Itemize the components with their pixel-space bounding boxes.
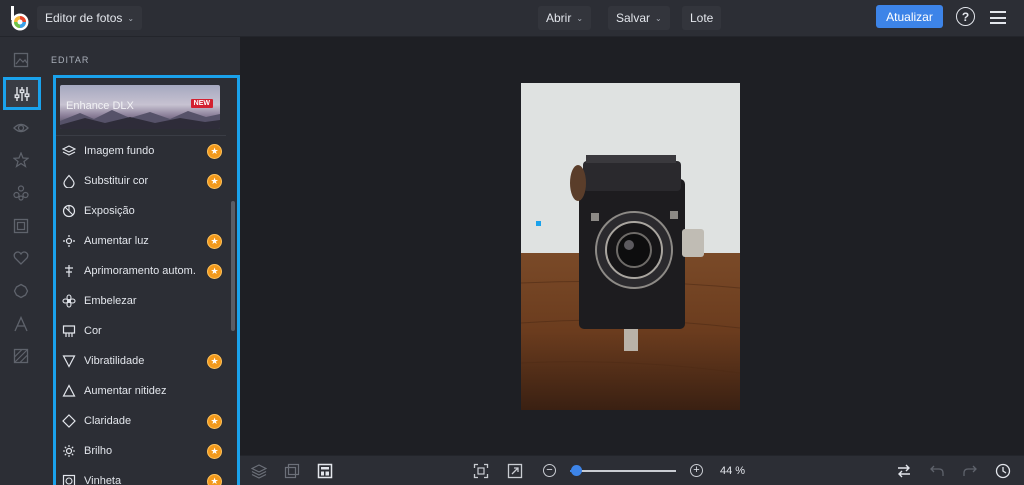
panel-scrollbar[interactable] (231, 201, 235, 331)
edit-tool-item[interactable]: Claridade ★ (58, 406, 228, 436)
edit-tool-item[interactable]: Cor (58, 316, 228, 346)
zoom-slider[interactable] (570, 470, 676, 472)
batch-label: Lote (690, 11, 714, 25)
open-menu[interactable]: Abrir ⌄ (538, 6, 592, 30)
premium-star-icon: ★ (207, 413, 222, 429)
color-icon (62, 324, 76, 338)
premium-star-icon: ★ (207, 173, 222, 189)
app-switcher-dropdown[interactable]: Editor de fotos ⌄ (37, 6, 143, 30)
clarity-icon (62, 414, 76, 428)
save-menu[interactable]: Salvar ⌄ (608, 6, 670, 30)
edit-tool-label: Aumentar luz (84, 235, 149, 247)
edit-tool-item[interactable]: Aumentar luz ★ (58, 226, 228, 256)
edit-tool-item[interactable]: Imagem fundo ★ (58, 136, 228, 166)
premium-star-icon: ★ (207, 443, 222, 459)
fit-screen-icon[interactable] (473, 463, 489, 479)
premium-star-icon: ★ (207, 263, 222, 279)
history-icon[interactable] (995, 463, 1011, 479)
banner-label: Enhance DLX (66, 100, 134, 112)
edit-panel: EDITAR Enhance DLX NEW Imagem fundo ★ Subs… (41, 37, 240, 485)
help-icon[interactable]: ? (956, 7, 975, 26)
edit-tool-item[interactable]: Aumentar nitidez (58, 376, 228, 406)
zoom-out-button[interactable]: − (543, 464, 556, 477)
layers-icon (62, 144, 76, 158)
edit-tools-list: Enhance DLX NEW Imagem fundo ★ Substituir … (53, 75, 240, 485)
new-badge: NEW (190, 99, 213, 108)
light-icon (62, 234, 76, 248)
layers-icon[interactable] (251, 463, 267, 479)
menu-icon[interactable] (990, 11, 1006, 24)
zoom-value: 44 % (720, 465, 746, 477)
edit-tool-item[interactable]: Aprimoramento autom. ★ (58, 256, 228, 286)
bottom-toolbar: − + 44 % (240, 455, 1024, 485)
compare-icon[interactable] (896, 463, 912, 479)
layout-icon[interactable] (317, 463, 333, 479)
edit-tool-item[interactable]: Vibratilidade ★ (58, 346, 228, 376)
edit-tool-item[interactable]: Substituir cor ★ (58, 166, 228, 196)
edit-tool-label: Substituir cor (84, 175, 149, 187)
tool-items: Imagem fundo ★ Substituir cor ★ Exposição Aum… (58, 136, 228, 485)
photo-image[interactable] (521, 83, 740, 410)
upgrade-button[interactable]: Atualizar (876, 5, 943, 28)
edit-tool-label: Claridade (84, 415, 132, 427)
chevron-down-icon: ⌄ (655, 13, 662, 23)
actual-size-icon[interactable] (507, 463, 523, 479)
exposure-icon (62, 204, 76, 218)
batch-button[interactable]: Lote (682, 6, 722, 30)
heart-icon[interactable] (0, 241, 41, 274)
edit-tool-item[interactable]: Brilho ★ (58, 436, 228, 466)
vignette-icon (62, 474, 76, 485)
edit-tool-label: Vibratilidade (84, 355, 145, 367)
premium-star-icon: ★ (207, 143, 222, 159)
star-icon[interactable] (0, 143, 41, 176)
selection-handle[interactable] (536, 221, 541, 226)
edit-sliders-icon[interactable] (3, 77, 41, 110)
redo-icon[interactable] (962, 463, 978, 479)
auto-enhance-icon (62, 264, 76, 278)
edit-tool-item[interactable]: Exposição (58, 196, 228, 226)
beautify-icon (62, 294, 76, 308)
premium-star-icon: ★ (207, 473, 222, 485)
undo-icon[interactable] (929, 463, 945, 479)
frame-icon[interactable] (0, 209, 41, 242)
image-tool-icon[interactable] (0, 43, 41, 76)
shape-icon[interactable] (0, 274, 41, 307)
collage-icon[interactable] (284, 463, 300, 479)
befunky-logo[interactable] (9, 6, 31, 32)
open-menu-label: Abrir (546, 11, 572, 25)
edit-tool-label: Brilho (84, 445, 113, 457)
save-menu-label: Salvar (616, 11, 651, 25)
chevron-down-icon: ⌄ (127, 13, 135, 23)
edit-tool-label: Embelezar (84, 295, 137, 307)
panel-title: EDITAR (51, 55, 90, 65)
premium-star-icon: ★ (207, 233, 222, 249)
edit-tool-label: Cor (84, 325, 102, 337)
edit-tool-label: Imagem fundo (84, 145, 155, 157)
edit-tool-item[interactable]: Vinheta ★ (58, 466, 228, 485)
edit-tool-label: Aumentar nitidez (84, 385, 167, 397)
eye-icon[interactable] (0, 111, 41, 144)
drop-icon (62, 174, 76, 188)
texture-icon[interactable] (0, 339, 41, 372)
edit-tool-label: Aprimoramento autom. (84, 265, 196, 277)
premium-star-icon: ★ (207, 353, 222, 369)
app-title: Editor de fotos (45, 11, 123, 25)
edit-tool-label: Exposição (84, 205, 135, 217)
top-bar: Editor de fotos ⌄ Abrir ⌄ Salvar ⌄ Lote … (0, 0, 1024, 37)
sharpen-icon (62, 384, 76, 398)
zoom-slider-knob[interactable] (571, 465, 583, 476)
tool-icon-bar (0, 37, 41, 485)
editor-canvas[interactable] (240, 37, 1024, 455)
edit-tool-label: Vinheta (84, 475, 122, 485)
graphics-icon[interactable] (0, 176, 41, 209)
enhance-dlx-banner[interactable]: Enhance DLX NEW (60, 85, 220, 129)
zoom-in-button[interactable]: + (690, 464, 703, 477)
text-icon[interactable] (0, 307, 41, 340)
edit-tool-item[interactable]: Embelezar (58, 286, 228, 316)
vibrance-icon (62, 354, 76, 368)
brightness-icon (62, 444, 76, 458)
chevron-down-icon: ⌄ (576, 13, 584, 23)
